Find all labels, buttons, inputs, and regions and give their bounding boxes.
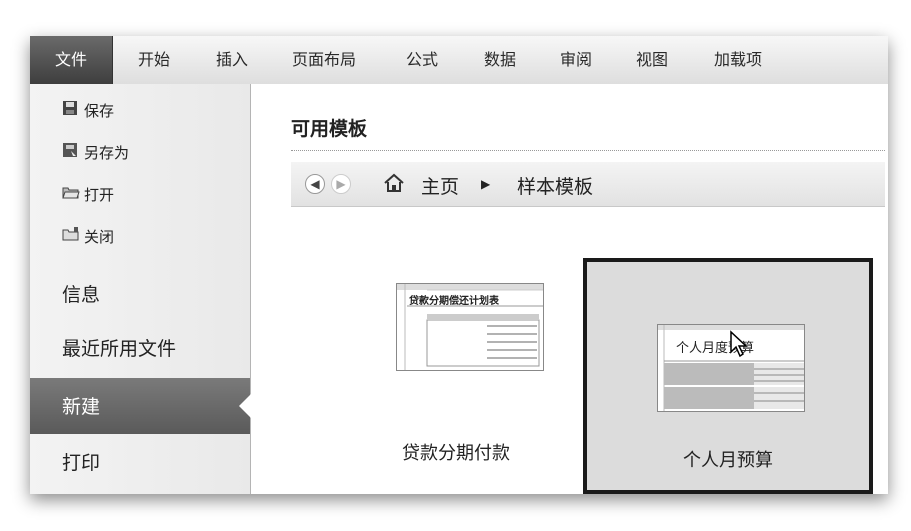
- sidebar-item-print[interactable]: 打印: [62, 448, 100, 475]
- sidebar-item-save-as[interactable]: 另存为: [62, 138, 129, 168]
- forward-arrow-icon[interactable]: ▶: [331, 174, 351, 194]
- tab-home[interactable]: 开始: [138, 36, 170, 84]
- breadcrumb: ◀ ▶ 主页 ▶ 样本模板: [291, 162, 885, 207]
- backstage-sidebar: 保存 另存为 打开 关闭 信息 最近所用文件 新建 打印: [30, 84, 251, 494]
- page-title: 可用模板: [291, 118, 368, 140]
- sidebar-item-label: 打开: [84, 186, 115, 204]
- breadcrumb-current: 样本模板: [517, 176, 594, 198]
- thumbnail-title: 贷款分期偿还计划表: [409, 296, 499, 307]
- tab-data[interactable]: 数据: [484, 36, 516, 84]
- template-caption: 贷款分期付款: [402, 443, 510, 464]
- sidebar-item-open[interactable]: 打开: [62, 180, 114, 210]
- tab-insert[interactable]: 插入: [216, 36, 248, 84]
- template-caption: 个人月预算: [683, 450, 773, 471]
- template-card-loan[interactable]: 贷款分期偿还计划表 贷款分期付款: [311, 219, 601, 491]
- sidebar-item-label: 新建: [62, 396, 101, 418]
- sidebar-item-label: 保存: [84, 102, 115, 120]
- tab-review[interactable]: 审阅: [560, 36, 592, 84]
- back-arrow-icon[interactable]: ◀: [305, 174, 325, 194]
- home-icon[interactable]: [383, 172, 405, 198]
- divider: [291, 150, 885, 151]
- templates-pane: 可用模板 ◀ ▶ 主页 ▶ 样本模板 贷款分期偿还计划表 贷款分期付款 个人月度…: [251, 84, 888, 494]
- tab-view[interactable]: 视图: [636, 36, 668, 84]
- save-as-icon: [62, 138, 84, 168]
- open-folder-icon: [62, 180, 84, 210]
- tab-file[interactable]: 文件: [30, 36, 113, 84]
- sidebar-item-info[interactable]: 信息: [62, 280, 100, 307]
- template-card-budget[interactable]: 个人月度预算 个人月预算: [583, 258, 873, 494]
- tab-page-layout[interactable]: 页面布局: [292, 36, 356, 84]
- breadcrumb-home[interactable]: 主页: [421, 172, 459, 199]
- template-thumbnail: 贷款分期偿还计划表: [396, 283, 544, 371]
- chevron-right-icon: ▶: [481, 177, 491, 191]
- selection-notch: [239, 394, 251, 418]
- sidebar-item-close[interactable]: 关闭: [62, 222, 114, 252]
- sidebar-item-label: 另存为: [84, 144, 130, 162]
- sidebar-item-recent[interactable]: 最近所用文件: [62, 334, 176, 361]
- save-icon: [62, 96, 84, 126]
- tab-addins[interactable]: 加载项: [714, 36, 762, 84]
- sidebar-item-label: 关闭: [84, 228, 115, 246]
- excel-window: 文件 开始 插入 页面布局 公式 数据 审阅 视图 加载项 保存 另存为 打开: [30, 36, 888, 494]
- ribbon-tabs: 文件 开始 插入 页面布局 公式 数据 审阅 视图 加载项: [30, 36, 888, 85]
- close-folder-icon: [62, 222, 84, 252]
- tab-formulas[interactable]: 公式: [406, 36, 438, 84]
- sidebar-item-new[interactable]: 新建: [30, 378, 250, 434]
- sidebar-item-save[interactable]: 保存: [62, 96, 114, 126]
